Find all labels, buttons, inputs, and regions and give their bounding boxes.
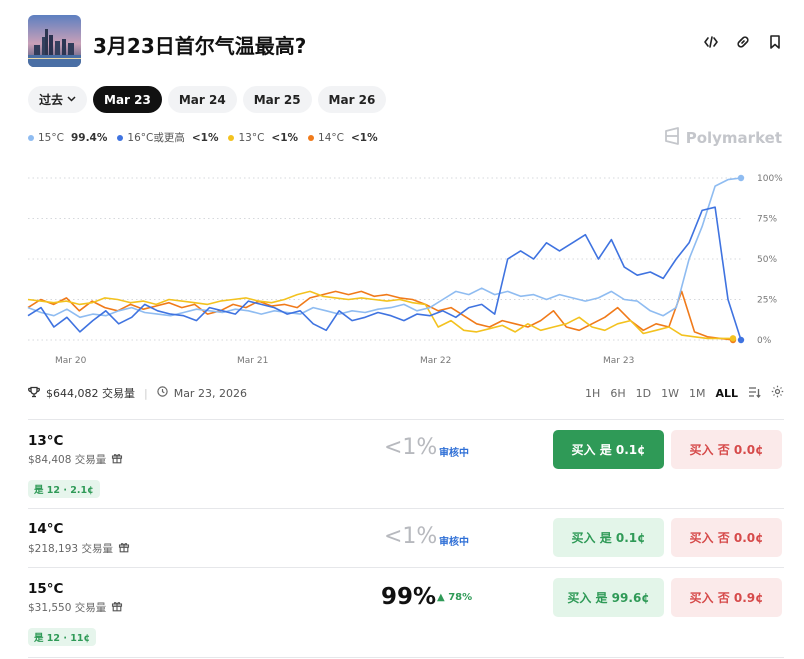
legend-item: 13°C <1% <box>228 130 298 145</box>
legend-dot <box>228 134 235 141</box>
outcome-row-15c[interactable]: 15°C $31,550 交易量 是 12 · 11¢ 99% ▲ 78% 买入… <box>28 568 784 658</box>
price-chart[interactable]: 100% 75% 50% 25% 0% Mar 20 Mar 21 Mar 22 Mar 23 <box>0 160 804 370</box>
range-tab-1d[interactable]: 1D <box>636 387 651 400</box>
stats-divider: | <box>143 386 148 400</box>
market-header: 3月23日首尔气温最高? <box>28 15 784 67</box>
series-line <box>27 206 742 341</box>
outcome-probability: <1% <box>384 524 438 549</box>
range-tab-all[interactable]: ALL <box>715 387 738 400</box>
series-end-point <box>737 336 745 344</box>
outcome-probability: 99% <box>381 584 437 610</box>
polymarket-logo-icon <box>664 127 680 149</box>
outcome-row-14c[interactable]: 14°C $218,193 交易量 <1% 审核中 买入 是 0.1¢ 买入 否… <box>28 509 784 567</box>
legend-label: 14°C <box>318 131 344 144</box>
brand-name: Polymarket <box>685 129 782 147</box>
price-chart-svg: 100% 75% 50% 25% 0% Mar 20 Mar 21 Mar 22 Mar 23 <box>27 174 783 366</box>
range-tab-1w[interactable]: 1W <box>661 387 679 400</box>
stats-row: $644,082 交易量 | Mar 23, 2026 1H 6H 1D 1W … <box>28 385 784 403</box>
buy-yes-button[interactable]: 买入 是 99.6¢ <box>553 578 664 617</box>
legend-label: 13°C <box>238 131 265 144</box>
outcome-volume-text: $84,408 交易量 <box>28 454 107 466</box>
legend-value: <1% <box>191 131 219 144</box>
outcome-volume: $31,550 交易量 <box>28 600 123 615</box>
outcome-name: 14°C <box>28 521 64 537</box>
under-review-label: 审核中 <box>439 537 469 548</box>
legend-label: 15°C <box>38 131 64 144</box>
probability-change-value: 78% <box>448 592 473 603</box>
date-pill-mar24[interactable]: Mar 24 <box>167 86 237 113</box>
buy-yes-button[interactable]: 买入 是 0.1¢ <box>553 430 664 469</box>
legend-label: 16°C或更高 <box>127 132 185 144</box>
x-tick-label: Mar 20 <box>55 356 87 366</box>
range-tabs: 1H 6H 1D 1W 1M ALL <box>585 385 784 401</box>
holding-badge: 是 12 · 11¢ <box>28 628 97 646</box>
legend-item: 15°C 99.4% <box>28 130 107 145</box>
past-dropdown[interactable]: 过去 <box>28 86 88 113</box>
outcome-name: 15°C <box>28 581 64 597</box>
range-tab-6h[interactable]: 6H <box>610 387 625 400</box>
x-tick-label: Mar 21 <box>237 356 268 366</box>
under-review-label: 审核中 <box>439 448 469 459</box>
buy-yes-button[interactable]: 买入 是 0.1¢ <box>553 518 664 557</box>
settings-gear-icon[interactable] <box>771 385 784 401</box>
x-tick-label: Mar 23 <box>603 356 634 366</box>
embed-code-icon[interactable] <box>702 33 720 51</box>
legend-item: 14°C <1% <box>308 130 378 145</box>
chart-legend: 15°C 99.4% 16°C或更高 <1% 13°C <1% 14°C <1% <box>28 130 378 145</box>
series-line <box>27 177 742 319</box>
chart-filter-icon[interactable] <box>748 386 761 401</box>
outcome-volume-text: $31,550 交易量 <box>28 602 107 614</box>
buy-no-button[interactable]: 买入 否 0.9¢ <box>671 578 782 617</box>
gift-icon[interactable] <box>111 452 123 467</box>
date-pill-mar25[interactable]: Mar 25 <box>242 86 312 113</box>
legend-value: <1% <box>351 131 378 144</box>
up-arrow-icon: ▲ <box>437 592 445 603</box>
x-tick-label: Mar 22 <box>420 356 451 366</box>
legend-dot <box>117 134 124 141</box>
outcome-row-13c[interactable]: 13°C $84,408 交易量 是 12 · 2.1¢ <1% 审核中 买入 … <box>28 420 784 508</box>
polymarket-brand: Polymarket <box>664 127 782 149</box>
outcome-volume: $84,408 交易量 <box>28 452 123 467</box>
y-tick-label: 0% <box>757 336 772 346</box>
legend-item: 16°C或更高 <1% <box>117 130 218 145</box>
past-label: 过去 <box>39 93 64 107</box>
probability-change: ▲ 78% <box>437 592 472 603</box>
date-pill-mar26[interactable]: Mar 26 <box>317 86 387 113</box>
trophy-icon <box>28 386 40 401</box>
outcome-name: 13°C <box>28 433 64 449</box>
outcome-probability: <1% <box>384 435 438 460</box>
legend-dot <box>308 134 315 141</box>
date-filter-bar: 过去 Mar 23 Mar 24 Mar 25 Mar 26 <box>28 86 387 113</box>
outcome-volume-text: $218,193 交易量 <box>28 543 113 555</box>
legend-dot <box>28 134 34 141</box>
y-tick-label: 100% <box>757 174 783 184</box>
y-tick-label: 50% <box>757 255 777 265</box>
total-volume: $644,082 交易量 <box>46 387 135 400</box>
y-tick-label: 75% <box>757 215 777 225</box>
legend-value: 99.4% <box>70 131 108 144</box>
link-icon[interactable] <box>734 33 752 51</box>
market-title: 3月23日首尔气温最高? <box>93 34 307 58</box>
range-tab-1m[interactable]: 1M <box>689 387 706 400</box>
chevron-down-icon <box>67 94 76 105</box>
series-end-point <box>737 174 745 182</box>
row-divider <box>28 657 784 658</box>
outcome-volume: $218,193 交易量 <box>28 541 130 556</box>
holding-badge: 是 12 · 2.1¢ <box>28 480 100 498</box>
market-thumbnail <box>28 15 81 67</box>
market-end-date: Mar 23, 2026 <box>173 386 247 400</box>
y-tick-label: 25% <box>757 296 777 306</box>
buy-no-button[interactable]: 买入 否 0.0¢ <box>671 518 782 557</box>
series-end-point <box>729 335 737 342</box>
date-pill-mar23[interactable]: Mar 23 <box>93 86 162 113</box>
range-tab-1h[interactable]: 1H <box>585 387 600 400</box>
gift-icon[interactable] <box>118 541 130 556</box>
buy-no-button[interactable]: 买入 否 0.0¢ <box>671 430 782 469</box>
clock-icon <box>157 386 168 400</box>
bookmark-icon[interactable] <box>766 33 784 51</box>
legend-value: <1% <box>271 131 299 144</box>
gift-icon[interactable] <box>111 600 123 615</box>
